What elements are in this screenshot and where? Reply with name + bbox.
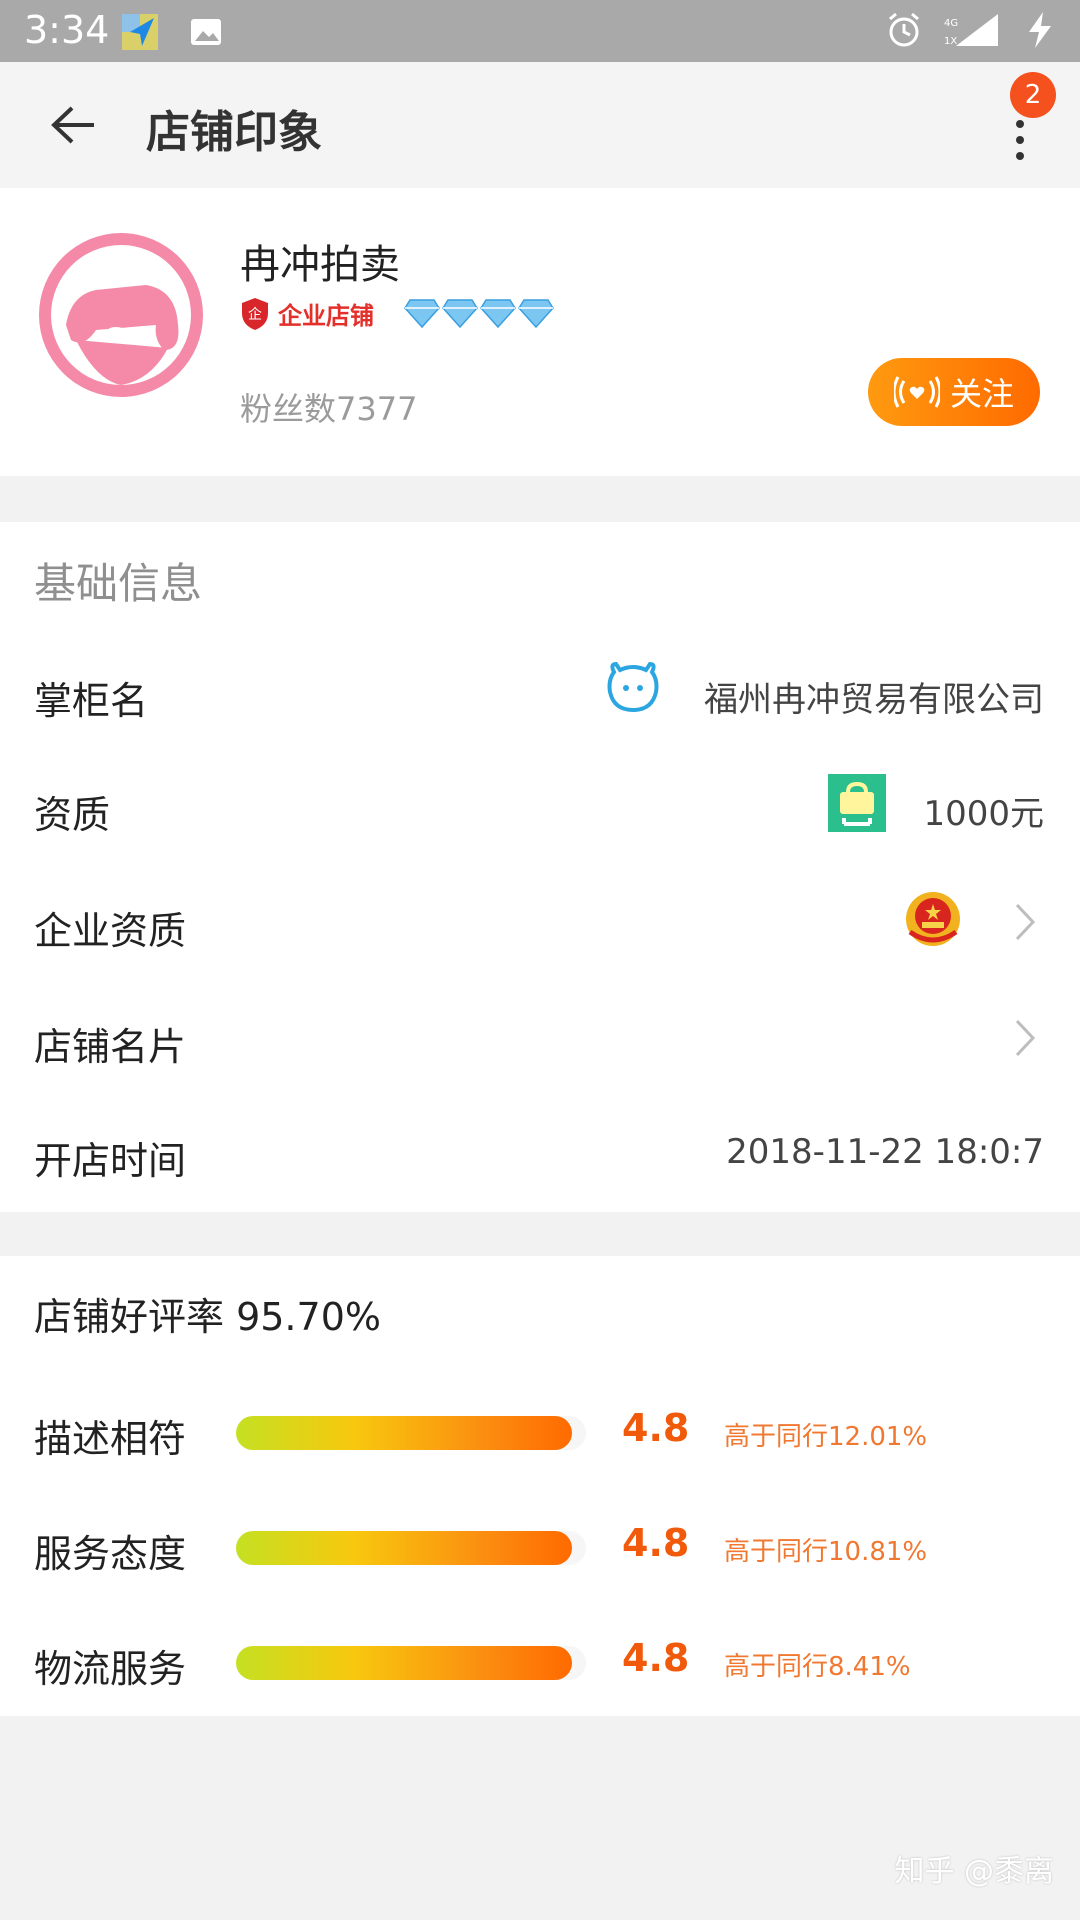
info-label: 掌柜名 [34, 679, 149, 723]
metric-label: 描述相符 [34, 1417, 187, 1461]
fans-count: 粉丝数7377 [240, 390, 418, 428]
metric-row-logistics: 物流服务 4.8 高于同行8.41% [0, 1614, 1080, 1714]
status-left-icons [120, 12, 226, 52]
store-level-diamonds [404, 298, 554, 328]
diamond-icon [518, 299, 554, 328]
svg-text:1X: 1X [944, 36, 957, 47]
status-right-icons: 4G 1X [884, 10, 1060, 50]
svg-text:企: 企 [248, 306, 262, 323]
signal-icon: 4G 1X [942, 10, 1002, 50]
info-row-store-card[interactable]: 店铺名片 [0, 984, 1080, 1094]
store-card: 冉冲拍卖 企 企业店铺 粉丝数7377 关注 [0, 188, 1080, 476]
store-name: 冉冲拍卖 [240, 242, 400, 288]
enterprise-shield-icon: 企 [242, 297, 268, 330]
metric-label: 服务态度 [34, 1532, 187, 1576]
diamond-icon [404, 299, 440, 328]
metric-compare: 高于同行10.81% [724, 1537, 928, 1567]
metric-compare: 高于同行12.01% [724, 1422, 928, 1452]
metric-score: 4.8 [622, 1636, 690, 1680]
diamond-icon [442, 299, 478, 328]
info-label: 企业资质 [34, 909, 187, 953]
more-vertical-icon [1014, 120, 1026, 160]
info-label: 店铺名片 [34, 1025, 187, 1069]
back-button[interactable] [38, 94, 108, 156]
national-emblem-icon [902, 888, 964, 950]
deposit-value: 1000元 [923, 794, 1044, 834]
basic-info-title: 基础信息 [34, 559, 203, 608]
image-icon [186, 12, 226, 52]
back-arrow-icon [51, 106, 94, 144]
enterprise-store-badge: 企 企业店铺 [240, 296, 374, 331]
page-title: 店铺印象 [146, 107, 322, 158]
wangwang-chat-icon[interactable] [602, 658, 664, 720]
info-row-open-time: 开店时间 2018-11-22 18:0:7 [0, 1098, 1080, 1208]
open-time-value: 2018-11-22 18:0:7 [726, 1132, 1044, 1172]
chevron-right-icon [1015, 1019, 1036, 1057]
enterprise-store-label: 企业店铺 [278, 302, 374, 330]
info-label: 开店时间 [34, 1139, 187, 1183]
basic-info-section: 基础信息 掌柜名 福州冉冲贸易有限公司 资质 1000元 企业资质 店铺名片 开… [0, 522, 1080, 1212]
metric-score: 4.8 [622, 1406, 690, 1450]
watermark: 知乎 @黍离 [894, 1854, 1054, 1889]
store-rating-title: 店铺好评率 95.70% [34, 1295, 381, 1339]
charging-icon [1020, 10, 1060, 50]
metric-label: 物流服务 [34, 1647, 187, 1691]
metric-bar-fill [236, 1416, 572, 1450]
metric-bar-fill [236, 1646, 572, 1680]
metric-bar-track [236, 1416, 586, 1450]
status-bar: 3:34 4G 1X [0, 0, 1080, 62]
metric-bar-fill [236, 1531, 572, 1565]
notification-badge: 2 [1010, 72, 1056, 118]
follow-label: 关注 [949, 375, 1014, 413]
diamond-icon [480, 299, 516, 328]
info-row-shopkeeper[interactable]: 掌柜名 福州冉冲贸易有限公司 [0, 638, 1080, 748]
info-row-qualification: 资质 1000元 [0, 752, 1080, 862]
status-time: 3:34 [24, 8, 110, 52]
metric-row-service: 服务态度 4.8 高于同行10.81% [0, 1499, 1080, 1599]
app-bar: 店铺印象 [0, 62, 1080, 188]
metric-bar-track [236, 1646, 586, 1680]
metric-score: 4.8 [622, 1521, 690, 1565]
alarm-icon [884, 10, 924, 50]
svg-text:4G: 4G [944, 18, 958, 29]
chevron-right-icon [1015, 903, 1036, 941]
rating-section: 店铺好评率 95.70% 描述相符 4.8 高于同行12.01% 服务态度 4.… [0, 1256, 1080, 1716]
info-label: 资质 [34, 793, 111, 837]
metric-bar-track [236, 1531, 586, 1565]
follow-button[interactable]: 关注 [868, 358, 1040, 426]
map-navigation-icon [120, 12, 160, 52]
store-avatar[interactable] [36, 230, 206, 400]
metric-row-description: 描述相符 4.8 高于同行12.01% [0, 1384, 1080, 1484]
metric-compare: 高于同行8.41% [724, 1652, 911, 1682]
info-row-enterprise-qualification[interactable]: 企业资质 [0, 868, 1080, 978]
deposit-bag-icon [828, 774, 890, 836]
broadcast-heart-icon [893, 376, 940, 408]
shopkeeper-name: 福州冉冲贸易有限公司 [704, 680, 1044, 720]
